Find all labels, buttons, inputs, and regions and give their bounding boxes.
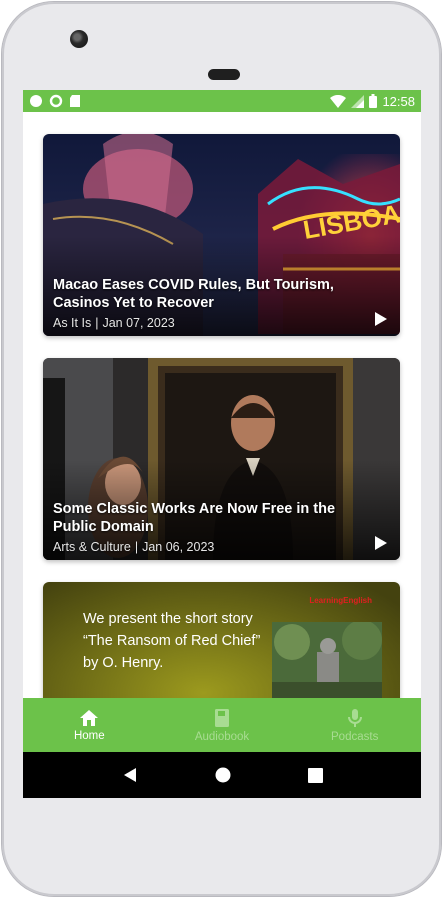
bottom-navigation: Home Audiobook Podcasts xyxy=(23,698,421,752)
circle-icon xyxy=(30,95,42,107)
nav-audiobook[interactable]: Audiobook xyxy=(156,698,289,752)
o-henry-statue-photo xyxy=(272,622,382,698)
article-title[interactable]: Some Classic Works Are Now Free in the P… xyxy=(53,500,370,536)
play-icon[interactable] xyxy=(374,311,388,327)
article-category: Arts & Culture xyxy=(53,540,131,554)
nav-home[interactable]: Home xyxy=(23,698,156,752)
sd-card-icon xyxy=(70,95,80,107)
article-card-public-domain[interactable]: Some Classic Works Are Now Free in the P… xyxy=(43,358,400,560)
article-card-macao[interactable]: LISBOA Macao Eases COVID Rules, But Tour… xyxy=(43,134,400,336)
home-circle-icon[interactable] xyxy=(215,767,231,783)
microphone-icon xyxy=(347,708,362,727)
app-screen: 12:58 LISBOA Macao Eases COVID Rules, Bu… xyxy=(23,90,421,798)
meta-separator: | xyxy=(134,540,139,554)
ring-icon xyxy=(49,94,63,108)
signal-icon xyxy=(351,94,365,108)
nav-home-label: Home xyxy=(73,729,105,742)
article-meta: Arts & Culture | Jan 06, 2023 xyxy=(53,540,214,554)
article-feed[interactable]: LISBOA Macao Eases COVID Rules, But Tour… xyxy=(23,112,421,698)
meta-separator: | xyxy=(95,316,99,330)
article-category: As It Is xyxy=(53,316,92,330)
back-icon[interactable] xyxy=(122,767,138,783)
status-bar: 12:58 xyxy=(23,90,421,112)
article-date: Jan 06, 2023 xyxy=(142,540,215,554)
wifi-icon xyxy=(330,94,347,108)
home-icon xyxy=(80,709,99,726)
article-title[interactable]: Macao Eases COVID Rules, But Tourism, Ca… xyxy=(53,276,370,312)
speaker-grille xyxy=(208,69,240,80)
nav-audiobook-label: Audiobook xyxy=(194,730,250,743)
learning-english-logo: LearningEnglish xyxy=(309,596,372,605)
recents-icon[interactable] xyxy=(307,767,323,783)
story-intro-text: We present the short story “The Ransom o… xyxy=(83,611,261,671)
nav-podcasts[interactable]: Podcasts xyxy=(288,698,421,752)
system-navigation-bar xyxy=(23,752,421,798)
play-icon[interactable] xyxy=(374,535,388,551)
camera-icon xyxy=(70,30,88,48)
article-meta: As It Is | Jan 07, 2023 xyxy=(53,316,175,330)
article-date: Jan 07, 2023 xyxy=(102,316,175,330)
article-card-red-chief[interactable]: We present the short story “The Ransom o… xyxy=(43,582,400,698)
status-time: 12:58 xyxy=(382,93,415,109)
battery-icon xyxy=(369,94,378,108)
nav-podcasts-label: Podcasts xyxy=(331,730,379,743)
book-icon xyxy=(215,708,229,727)
